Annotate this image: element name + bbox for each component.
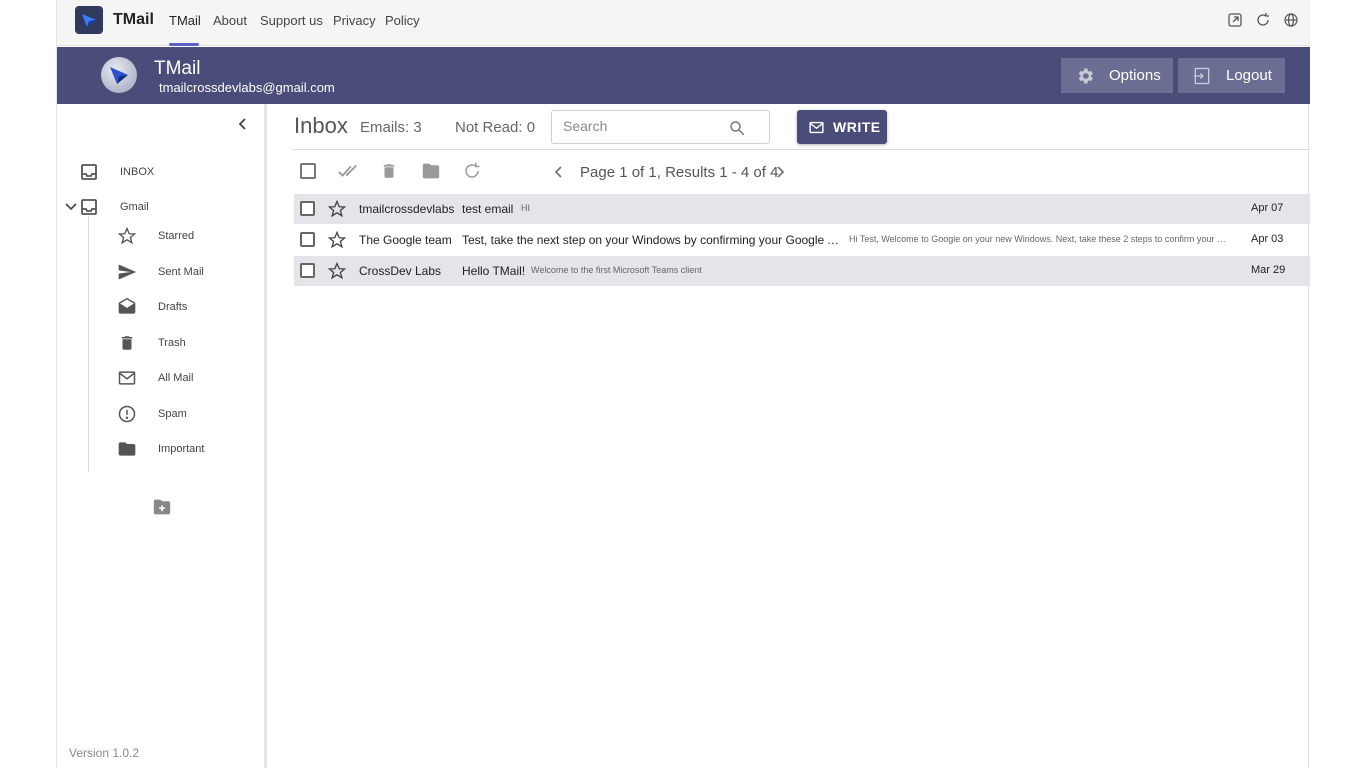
email-sender: CrossDev Labs <box>359 264 442 278</box>
sidebar-item-label: Sent Mail <box>158 266 204 278</box>
sidebar-item-label: Gmail <box>120 201 149 213</box>
options-button[interactable]: Options <box>1061 58 1173 93</box>
globe-icon[interactable] <box>1283 12 1299 28</box>
drafts-icon <box>116 296 138 318</box>
sidebar-item-label: Drafts <box>158 301 188 313</box>
send-icon <box>116 261 138 283</box>
email-subject: test email <box>462 202 514 216</box>
folder-sidebar: INBOX Gmail Starred Sent Mail Drafts Tra… <box>57 104 267 768</box>
search-box <box>551 110 770 144</box>
tab-support-us[interactable]: Support us <box>260 13 323 28</box>
sidebar-item-label: Trash <box>158 337 186 349</box>
delete-icon[interactable] <box>380 162 398 185</box>
app-header: TMail tmailcrossdevlabs@gmail.com Option… <box>57 47 1310 104</box>
email-preview: Hi Test, Welcome to Google on your new W… <box>849 234 1227 244</box>
logout-button[interactable]: Logout <box>1178 58 1285 93</box>
sidebar-item-spam[interactable]: Spam <box>116 403 187 425</box>
popout-icon[interactable] <box>1227 12 1243 28</box>
email-row[interactable]: The Google team Test, take the next step… <box>294 225 1310 255</box>
select-all-checkbox[interactable] <box>299 162 317 185</box>
logout-icon <box>1193 67 1210 84</box>
header-title: TMail <box>154 58 201 79</box>
move-folder-icon[interactable] <box>421 162 441 185</box>
teams-tab-bar: TMail TMail About Support us Privacy Pol… <box>57 0 1310 46</box>
email-date: Apr 07 <box>1251 202 1284 214</box>
gear-icon <box>1078 68 1093 83</box>
sidebar-item-label: Spam <box>158 408 187 420</box>
sidebar-item-label: Important <box>158 443 205 455</box>
email-preview: HI <box>521 203 530 213</box>
sidebar-item-drafts[interactable]: Drafts <box>116 296 187 318</box>
collapse-sidebar-button[interactable] <box>235 116 251 137</box>
chevron-left-icon <box>238 118 246 130</box>
sidebar-item-inbox[interactable]: INBOX <box>78 161 154 183</box>
star-outline-icon[interactable] <box>328 200 346 218</box>
sidebar-item-label: INBOX <box>120 166 155 178</box>
mail-list-panel: Inbox Emails: 3 Not Read: 0 WRITE <box>293 104 1310 768</box>
next-page-icon[interactable] <box>773 165 787 184</box>
search-icon[interactable] <box>728 119 746 137</box>
email-sender: tmailcrossdevlabs <box>359 202 455 216</box>
emails-count: Emails: 3 <box>360 119 422 136</box>
row-checkbox[interactable] <box>300 201 315 216</box>
sidebar-item-trash[interactable]: Trash <box>116 332 186 354</box>
tab-privacy[interactable]: Privacy <box>333 13 376 28</box>
prev-page-icon[interactable] <box>552 165 566 184</box>
pagination-status: Page 1 of 1, Results 1 - 4 of 4 <box>580 164 779 181</box>
account-email: tmailcrossdevlabs@gmail.com <box>159 80 335 95</box>
sidebar-item-sent-mail[interactable]: Sent Mail <box>116 261 204 283</box>
email-date: Apr 03 <box>1251 233 1284 245</box>
tmail-logo-icon <box>75 6 103 34</box>
chevron-down-icon <box>65 203 77 211</box>
trash-icon <box>116 332 138 354</box>
email-row[interactable]: tmailcrossdevlabs test email HI Apr 07 <box>294 194 1310 224</box>
write-button[interactable]: WRITE <box>797 110 887 144</box>
email-subject: Hello TMail! <box>462 264 526 278</box>
options-label: Options <box>1109 67 1161 84</box>
avatar <box>101 57 137 93</box>
page-title: Inbox <box>294 113 348 138</box>
tab-tmail[interactable]: TMail <box>169 13 201 28</box>
tab-policy[interactable]: Policy <box>385 13 420 28</box>
tree-line <box>88 216 89 472</box>
star-outline-icon[interactable] <box>328 262 346 280</box>
refresh-icon[interactable] <box>463 162 481 185</box>
row-checkbox[interactable] <box>300 232 315 247</box>
star-outline-icon[interactable] <box>328 231 346 249</box>
email-subject: Test, take the next step on your Windows… <box>462 233 840 247</box>
tab-about[interactable]: About <box>213 13 247 28</box>
row-checkbox[interactable] <box>300 263 315 278</box>
email-sender: The Google team <box>359 233 452 247</box>
version-label: Version 1.0.2 <box>69 746 140 760</box>
email-date: Mar 29 <box>1251 264 1286 276</box>
sidebar-item-important[interactable]: Important <box>116 438 204 460</box>
not-read-count: Not Read: 0 <box>455 119 536 136</box>
folder-icon <box>116 438 138 460</box>
write-label: WRITE <box>833 119 881 135</box>
app-window: TMail TMail About Support us Privacy Pol… <box>56 0 1310 768</box>
sidebar-item-label: Starred <box>158 230 195 242</box>
search-input[interactable] <box>563 118 723 134</box>
active-tab-indicator <box>169 43 199 46</box>
email-preview: Welcome to the first Microsoft Teams cli… <box>531 265 702 275</box>
spam-icon <box>116 403 138 425</box>
star-outline-icon <box>116 225 138 247</box>
app-name: TMail <box>113 11 154 28</box>
inbox-icon <box>78 196 100 218</box>
mark-read-icon[interactable] <box>338 162 360 185</box>
sidebar-item-label: All Mail <box>158 372 194 384</box>
divider <box>293 149 1310 150</box>
mail-icon <box>809 121 824 133</box>
sidebar-item-all-mail[interactable]: All Mail <box>116 367 193 389</box>
sidebar-item-starred[interactable]: Starred <box>116 225 194 247</box>
logout-label: Logout <box>1226 67 1272 84</box>
new-folder-icon[interactable] <box>152 498 172 521</box>
reload-icon[interactable] <box>1255 12 1271 28</box>
email-row[interactable]: CrossDev Labs Hello TMail! Welcome to th… <box>294 256 1310 286</box>
mail-icon <box>116 367 138 389</box>
inbox-icon <box>78 161 100 183</box>
sidebar-item-gmail[interactable]: Gmail <box>64 196 149 218</box>
